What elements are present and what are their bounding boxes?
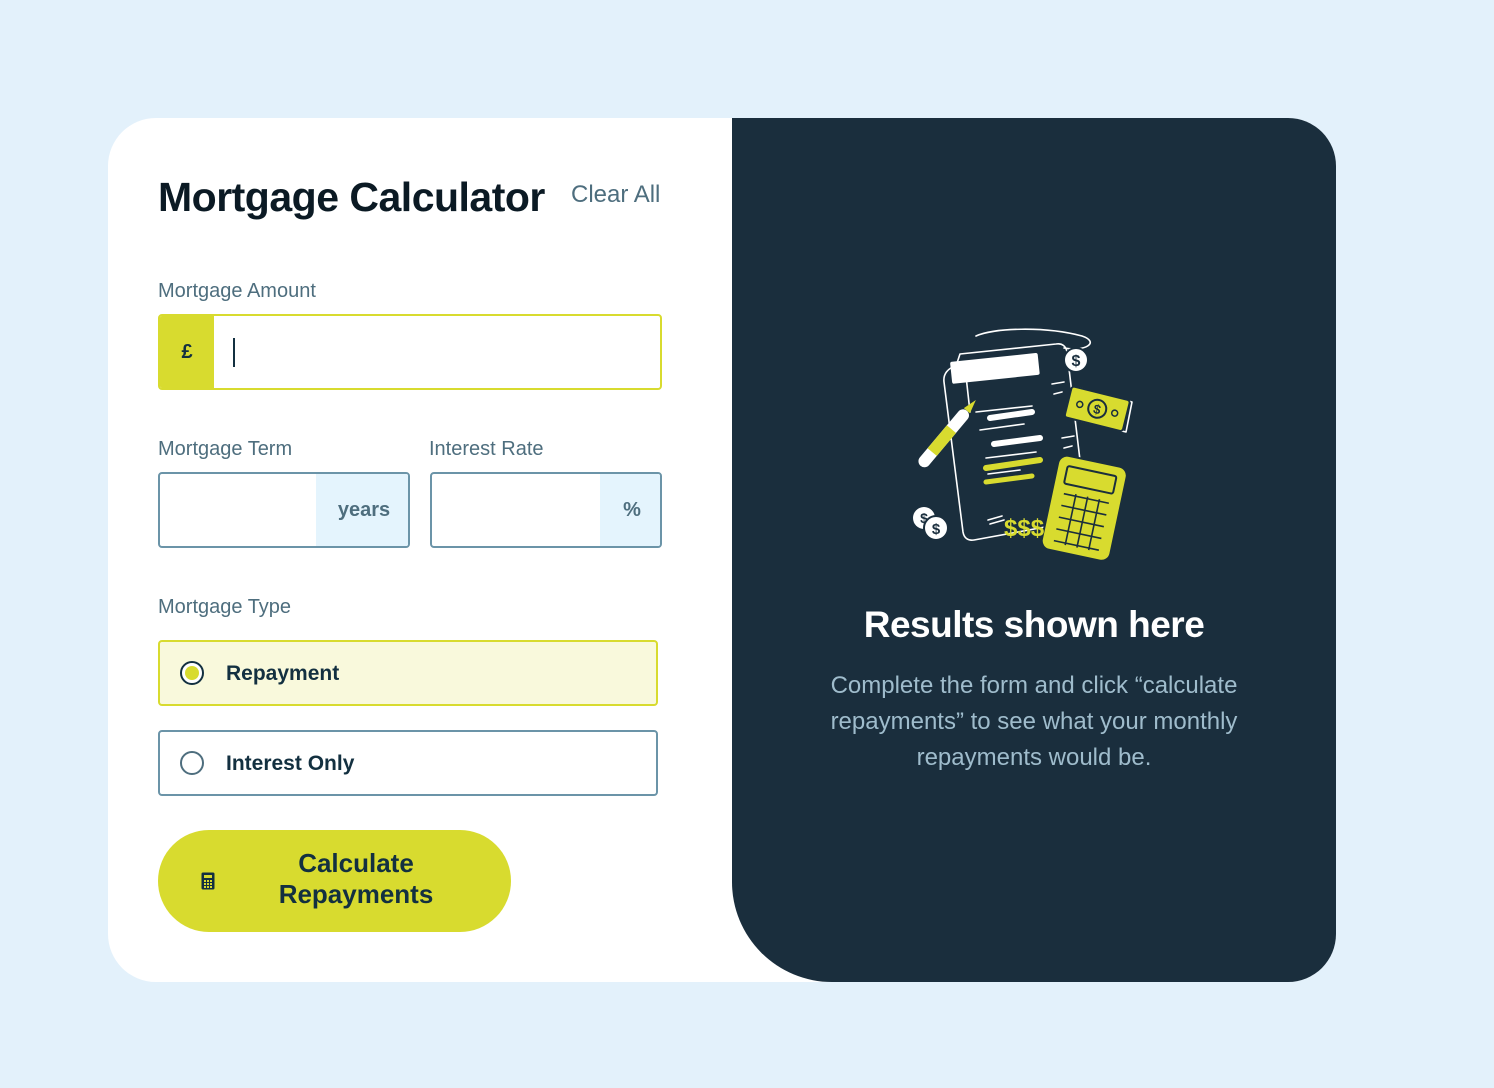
interest-rate-input[interactable] xyxy=(432,474,600,546)
mortgage-calculator-card: Mortgage Calculator Clear All Mortgage A… xyxy=(108,118,1336,982)
years-suffix: years xyxy=(316,474,408,546)
interest-rate-field[interactable]: % xyxy=(430,472,662,548)
calculator-icon xyxy=(201,872,215,890)
radio-option-repayment[interactable]: Repayment xyxy=(158,640,658,706)
interest-rate-label: Interest Rate xyxy=(429,438,544,460)
radio-label-interest-only: Interest Only xyxy=(226,752,355,775)
svg-text:$$$: $$$ xyxy=(1004,515,1045,542)
radio-option-interest-only[interactable]: Interest Only xyxy=(158,730,658,796)
results-panel: $ $ $$$ $ $ Results shown here Complete … xyxy=(732,118,1336,982)
mortgage-term-input[interactable] xyxy=(160,474,316,546)
results-description: Complete the form and click “calculate r… xyxy=(830,672,1238,771)
clear-all-link[interactable]: Clear All xyxy=(571,181,660,209)
svg-text:$: $ xyxy=(932,521,941,538)
mortgage-type-label: Mortgage Type xyxy=(158,596,292,618)
empty-results-illustration: $ $ $$$ $ $ xyxy=(913,328,1133,562)
results-title: Results shown here xyxy=(863,604,1205,645)
mortgage-amount-label: Mortgage Amount xyxy=(158,280,316,302)
text-caret xyxy=(233,338,235,367)
page-title: Mortgage Calculator xyxy=(158,174,545,220)
currency-prefix: £ xyxy=(160,316,214,388)
mortgage-term-label: Mortgage Term xyxy=(158,438,293,460)
radio-unselected-icon[interactable] xyxy=(180,751,204,775)
calculator-form: Mortgage Calculator Clear All Mortgage A… xyxy=(158,118,662,982)
svg-text:$: $ xyxy=(1072,353,1081,370)
percent-suffix: % xyxy=(600,474,660,546)
mortgage-term-field[interactable]: years xyxy=(158,472,410,548)
mortgage-amount-input[interactable] xyxy=(214,316,660,388)
radio-selected-icon[interactable] xyxy=(180,661,204,685)
calculate-button-label: Calculate Repayments xyxy=(278,848,434,909)
radio-label-repayment: Repayment xyxy=(226,662,340,685)
calculate-repayments-button[interactable]: Calculate Repayments xyxy=(158,830,511,932)
mortgage-amount-field[interactable]: £ xyxy=(158,314,662,390)
